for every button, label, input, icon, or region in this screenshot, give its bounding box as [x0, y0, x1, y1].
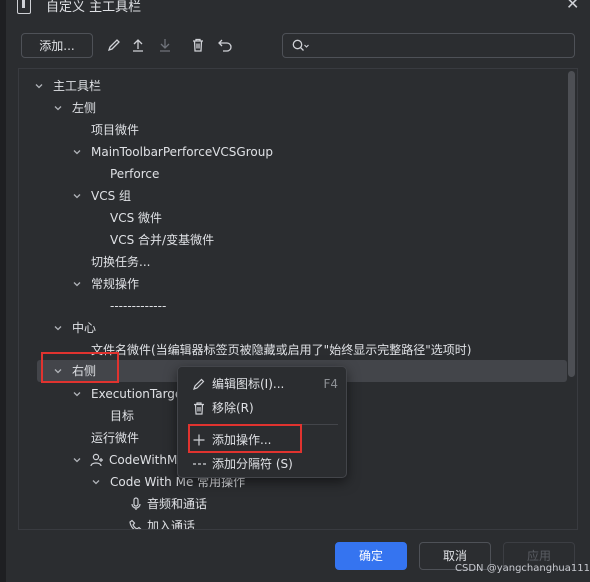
undo-icon[interactable] [214, 33, 236, 57]
tree-row-project-widget[interactable]: 项目微件 [19, 119, 567, 141]
search-icon [291, 38, 309, 54]
tree-row-left[interactable]: 左侧 [19, 97, 567, 119]
tree-scrollbar[interactable] [568, 71, 575, 377]
menu-item-add-separator[interactable]: 添加分隔符 (S) [186, 453, 340, 475]
close-icon[interactable]: ✕ [566, 0, 579, 13]
tree-row-switch-task[interactable]: 切换任务... [19, 251, 567, 273]
chevron-down-icon[interactable] [72, 389, 82, 399]
title-bar: 自定义 主工具栏 ✕ [0, 0, 590, 18]
tree-row-general-actions[interactable]: 常规操作 [19, 273, 567, 295]
search-input[interactable] [313, 37, 567, 56]
window-edge [0, 0, 6, 582]
user-plus-icon [90, 453, 103, 467]
window-title: 自定义 主工具栏 [46, 0, 142, 15]
tree-row-vcs-widget[interactable]: VCS 微件 [19, 207, 567, 229]
trash-icon [194, 402, 204, 415]
tree-row-main-toolbar[interactable]: 主工具栏 [19, 75, 567, 97]
pencil-icon[interactable] [103, 33, 125, 57]
tree-row-vcs-merge-widget[interactable]: VCS 合并/变基微件 [19, 229, 567, 251]
menu-item-remove[interactable]: 移除(R) [186, 397, 340, 419]
tree-row-perforce[interactable]: Perforce [19, 163, 567, 185]
chevron-down-icon[interactable] [72, 455, 82, 465]
add-button[interactable]: 添加... [21, 33, 93, 58]
tree-row-separator[interactable]: ------------- [19, 295, 567, 317]
menu-item-edit-icon[interactable]: 编辑图标(I)... F4 [186, 373, 340, 395]
search-field[interactable] [282, 33, 575, 58]
toolbar: 添加... [21, 33, 581, 59]
tree-row-center[interactable]: 中心 [19, 317, 567, 339]
chevron-down-icon[interactable] [72, 279, 82, 289]
highlight-box-add-action [188, 424, 302, 453]
tree-row-perforce-group[interactable]: MainToolbarPerforceVCSGroup [19, 141, 567, 163]
tree-row-join-call[interactable]: 加入通话 [19, 515, 567, 529]
chevron-down-icon[interactable] [53, 323, 63, 333]
chevron-down-icon[interactable] [91, 477, 101, 487]
tree-row-vcs-group[interactable]: VCS 组 [19, 185, 567, 207]
watermark: CSDN @yangchanghua111 [455, 563, 590, 574]
phone-icon [129, 519, 142, 529]
separator-icon [193, 463, 206, 465]
trash-icon[interactable] [187, 33, 209, 57]
chevron-down-icon[interactable] [72, 147, 82, 157]
microphone-icon [131, 497, 141, 510]
tree-row-audio-call[interactable]: 音频和通话 [19, 493, 567, 515]
move-down-icon[interactable] [154, 33, 176, 57]
chevron-down-icon[interactable] [34, 81, 44, 91]
ok-button[interactable]: 确定 [335, 542, 407, 570]
highlight-box-right-node [41, 352, 119, 383]
context-menu: 编辑图标(I)... F4 移除(R) 添加操作... 添加分隔符 (S) [177, 366, 347, 478]
pencil-icon [193, 378, 205, 390]
chevron-down-icon[interactable] [53, 103, 63, 113]
move-up-icon[interactable] [127, 33, 149, 57]
chevron-down-icon[interactable] [72, 191, 82, 201]
app-icon [17, 0, 31, 14]
